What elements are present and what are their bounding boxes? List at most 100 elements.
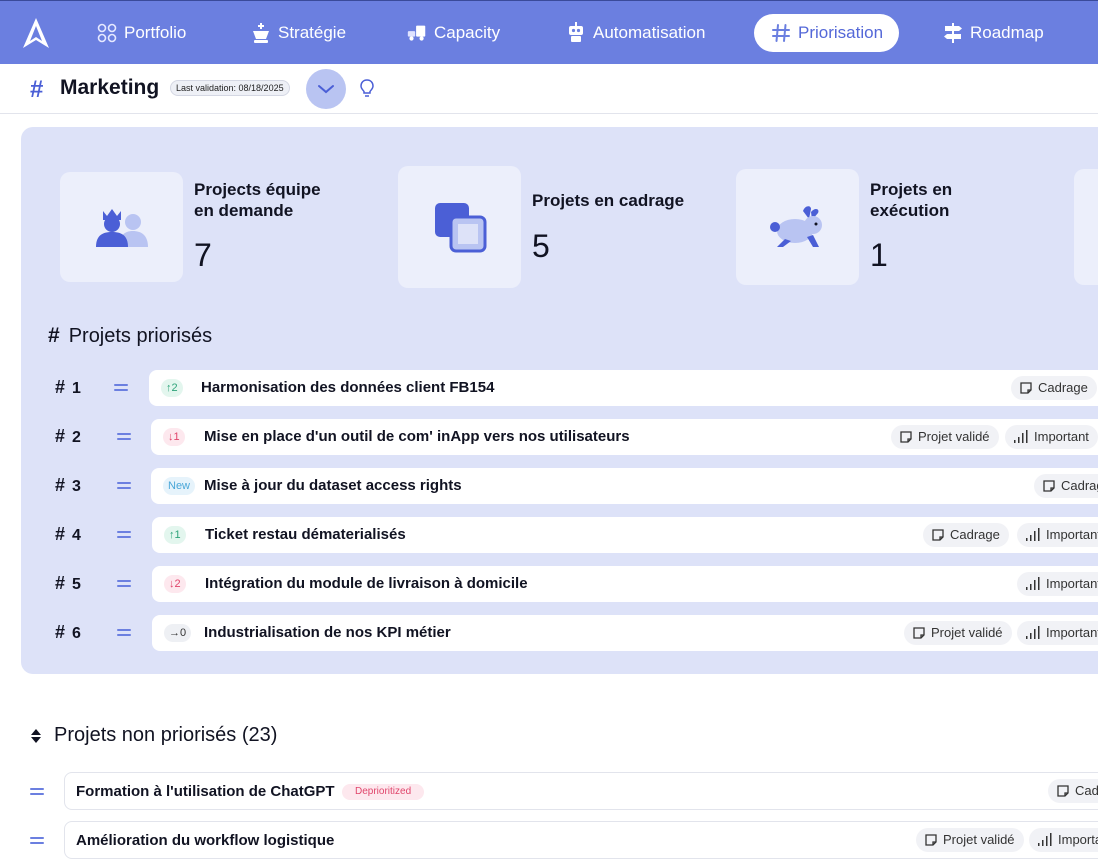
stat-card-demande bbox=[60, 172, 183, 282]
prioritized-row-5[interactable]: #5 ↓2 Intégration du module de livraison… bbox=[0, 566, 1098, 602]
prioritized-row-1[interactable]: #1 ↑2 Harmonisation des données client F… bbox=[0, 370, 1098, 406]
note-icon bbox=[900, 431, 912, 443]
project-card[interactable]: →0 Industrialisation de nos KPI métier P… bbox=[152, 615, 1098, 651]
prioritized-row-6[interactable]: #6 →0 Industrialisation de nos KPI métie… bbox=[0, 615, 1098, 651]
status-tag[interactable]: Cadrage bbox=[923, 523, 1009, 547]
signpost-icon bbox=[942, 22, 964, 44]
section-title-label: Projets priorisés bbox=[68, 324, 213, 347]
status-tag[interactable]: Projet validé bbox=[916, 828, 1024, 852]
nav-strategie[interactable]: Stratégie bbox=[234, 14, 362, 52]
trend-badge: ↑1 bbox=[164, 526, 186, 544]
nav-roadmap[interactable]: Roadmap bbox=[926, 14, 1060, 52]
status-tag[interactable]: Cadrage bbox=[1034, 474, 1098, 498]
project-card[interactable]: New Mise à jour du dataset access rights… bbox=[151, 468, 1098, 504]
priority-tag[interactable]: Important bbox=[1029, 828, 1098, 852]
team-hash-icon: # bbox=[30, 76, 44, 103]
stat-value: 1 bbox=[870, 237, 888, 273]
prioritized-row-2[interactable]: #2 ↓1 Mise en place d'un outil de com' i… bbox=[0, 419, 1098, 455]
rank-label: #5 bbox=[55, 573, 81, 593]
trend-badge: New bbox=[163, 477, 196, 495]
page-title: Marketing bbox=[60, 76, 160, 99]
nav-priorisation[interactable]: Priorisation bbox=[754, 14, 900, 52]
stat-value: 5 bbox=[532, 228, 550, 264]
signal-bars-icon bbox=[1014, 430, 1028, 443]
rank-label: #6 bbox=[55, 622, 81, 642]
nav-automatisation[interactable]: Automatisation bbox=[549, 14, 721, 52]
nav-label: Capacity bbox=[434, 23, 501, 42]
sort-icon[interactable] bbox=[30, 728, 42, 744]
rank-label: #2 bbox=[55, 426, 81, 446]
trend-badge: ↓1 bbox=[163, 428, 185, 446]
app-logo-icon[interactable] bbox=[22, 17, 50, 49]
chevron-down-icon bbox=[318, 85, 334, 94]
team-dropdown-button[interactable] bbox=[306, 69, 346, 109]
drag-handle-icon[interactable] bbox=[114, 380, 128, 394]
status-tag[interactable]: Projet validé bbox=[904, 621, 1012, 645]
hash-icon: # bbox=[48, 324, 60, 347]
drag-handle-icon[interactable] bbox=[117, 429, 131, 443]
signal-bars-icon bbox=[1038, 833, 1052, 846]
note-icon bbox=[925, 834, 937, 846]
atom-icon bbox=[96, 22, 118, 44]
squares-icon bbox=[434, 203, 486, 253]
stat-value: 7 bbox=[194, 237, 212, 273]
deprioritized-badge: Deprioritized bbox=[342, 784, 425, 800]
priority-tag[interactable]: Important bbox=[1005, 425, 1098, 449]
last-validation-badge: Last validation: 08/18/2025 bbox=[170, 80, 290, 96]
rank-label: #4 bbox=[55, 524, 81, 544]
drag-handle-icon[interactable] bbox=[30, 833, 44, 847]
chess-king-icon bbox=[250, 22, 272, 44]
top-nav: Portfolio Stratégie Capacity Automatisat… bbox=[0, 0, 1098, 64]
project-title: Mise en place d'un outil de com' inApp v… bbox=[204, 428, 630, 445]
nav-label: Portfolio bbox=[124, 23, 187, 42]
project-card[interactable]: ↑1 Ticket restau dématerialisés Cadrage … bbox=[152, 517, 1098, 553]
hashtag-icon bbox=[770, 22, 792, 44]
rank-label: #1 bbox=[55, 377, 81, 397]
drag-handle-icon[interactable] bbox=[117, 576, 131, 590]
priority-tag[interactable]: Important bbox=[1017, 572, 1098, 596]
drag-handle-icon[interactable] bbox=[117, 527, 131, 541]
status-tag[interactable]: Cadrage bbox=[1048, 779, 1098, 803]
trend-badge: ↑2 bbox=[161, 379, 183, 397]
nav-capacity[interactable]: Capacity bbox=[390, 14, 516, 52]
lightbulb-icon[interactable] bbox=[358, 78, 376, 98]
robot-icon bbox=[565, 22, 587, 44]
prioritized-row-4[interactable]: #4 ↑1 Ticket restau dématerialisés Cadra… bbox=[0, 517, 1098, 553]
drag-handle-icon[interactable] bbox=[117, 625, 131, 639]
stat-label: Projets en cadrage bbox=[532, 191, 685, 210]
drag-handle-icon[interactable] bbox=[30, 784, 44, 798]
non-prioritized-section-title[interactable]: Projets non priorisés (23) bbox=[30, 724, 277, 747]
project-card[interactable]: ↓2 Intégration du module de livraison à … bbox=[152, 566, 1098, 602]
project-title: Industrialisation de nos KPI métier bbox=[204, 624, 451, 641]
project-card[interactable]: Amélioration du workflow logistique Proj… bbox=[64, 821, 1098, 859]
note-icon bbox=[913, 627, 925, 639]
stat-card-partial bbox=[1074, 169, 1098, 285]
stat-card-cadrage bbox=[398, 166, 521, 288]
status-tag[interactable]: Projet validé bbox=[891, 425, 999, 449]
rabbit-icon bbox=[769, 206, 822, 247]
trend-badge: →0 bbox=[164, 624, 192, 642]
truck-icon bbox=[406, 22, 428, 44]
priority-tag[interactable]: Important bbox=[1017, 621, 1098, 645]
project-card[interactable]: ↑2 Harmonisation des données client FB15… bbox=[149, 370, 1098, 406]
project-card[interactable]: ↓1 Mise en place d'un outil de com' inAp… bbox=[151, 419, 1098, 455]
signal-bars-icon bbox=[1026, 528, 1040, 541]
project-title: Ticket restau dématerialisés bbox=[205, 526, 406, 543]
drag-handle-icon[interactable] bbox=[117, 478, 131, 492]
priority-tag[interactable]: Important bbox=[1017, 523, 1098, 547]
non-prioritized-row[interactable]: Amélioration du workflow logistique Proj… bbox=[0, 821, 1098, 859]
non-prioritized-row[interactable]: Formation à l'utilisation de ChatGPT Dep… bbox=[0, 772, 1098, 810]
nav-label: Priorisation bbox=[798, 23, 884, 42]
stat-label: Projects équipe en demande bbox=[194, 180, 321, 220]
note-icon bbox=[932, 529, 944, 541]
status-tag[interactable]: Cadrage bbox=[1011, 376, 1097, 400]
project-title: Mise à jour du dataset access rights bbox=[204, 477, 462, 494]
nav-portfolio[interactable]: Portfolio bbox=[80, 14, 202, 52]
project-title: Formation à l'utilisation de ChatGPT bbox=[76, 783, 335, 800]
project-card[interactable]: Formation à l'utilisation de ChatGPT Dep… bbox=[64, 772, 1098, 810]
prioritized-row-3[interactable]: #3 New Mise à jour du dataset access rig… bbox=[0, 468, 1098, 504]
project-title: Intégration du module de livraison à dom… bbox=[205, 575, 528, 592]
note-icon bbox=[1057, 785, 1069, 797]
rank-label: #3 bbox=[55, 475, 81, 495]
users-icon bbox=[95, 209, 148, 247]
